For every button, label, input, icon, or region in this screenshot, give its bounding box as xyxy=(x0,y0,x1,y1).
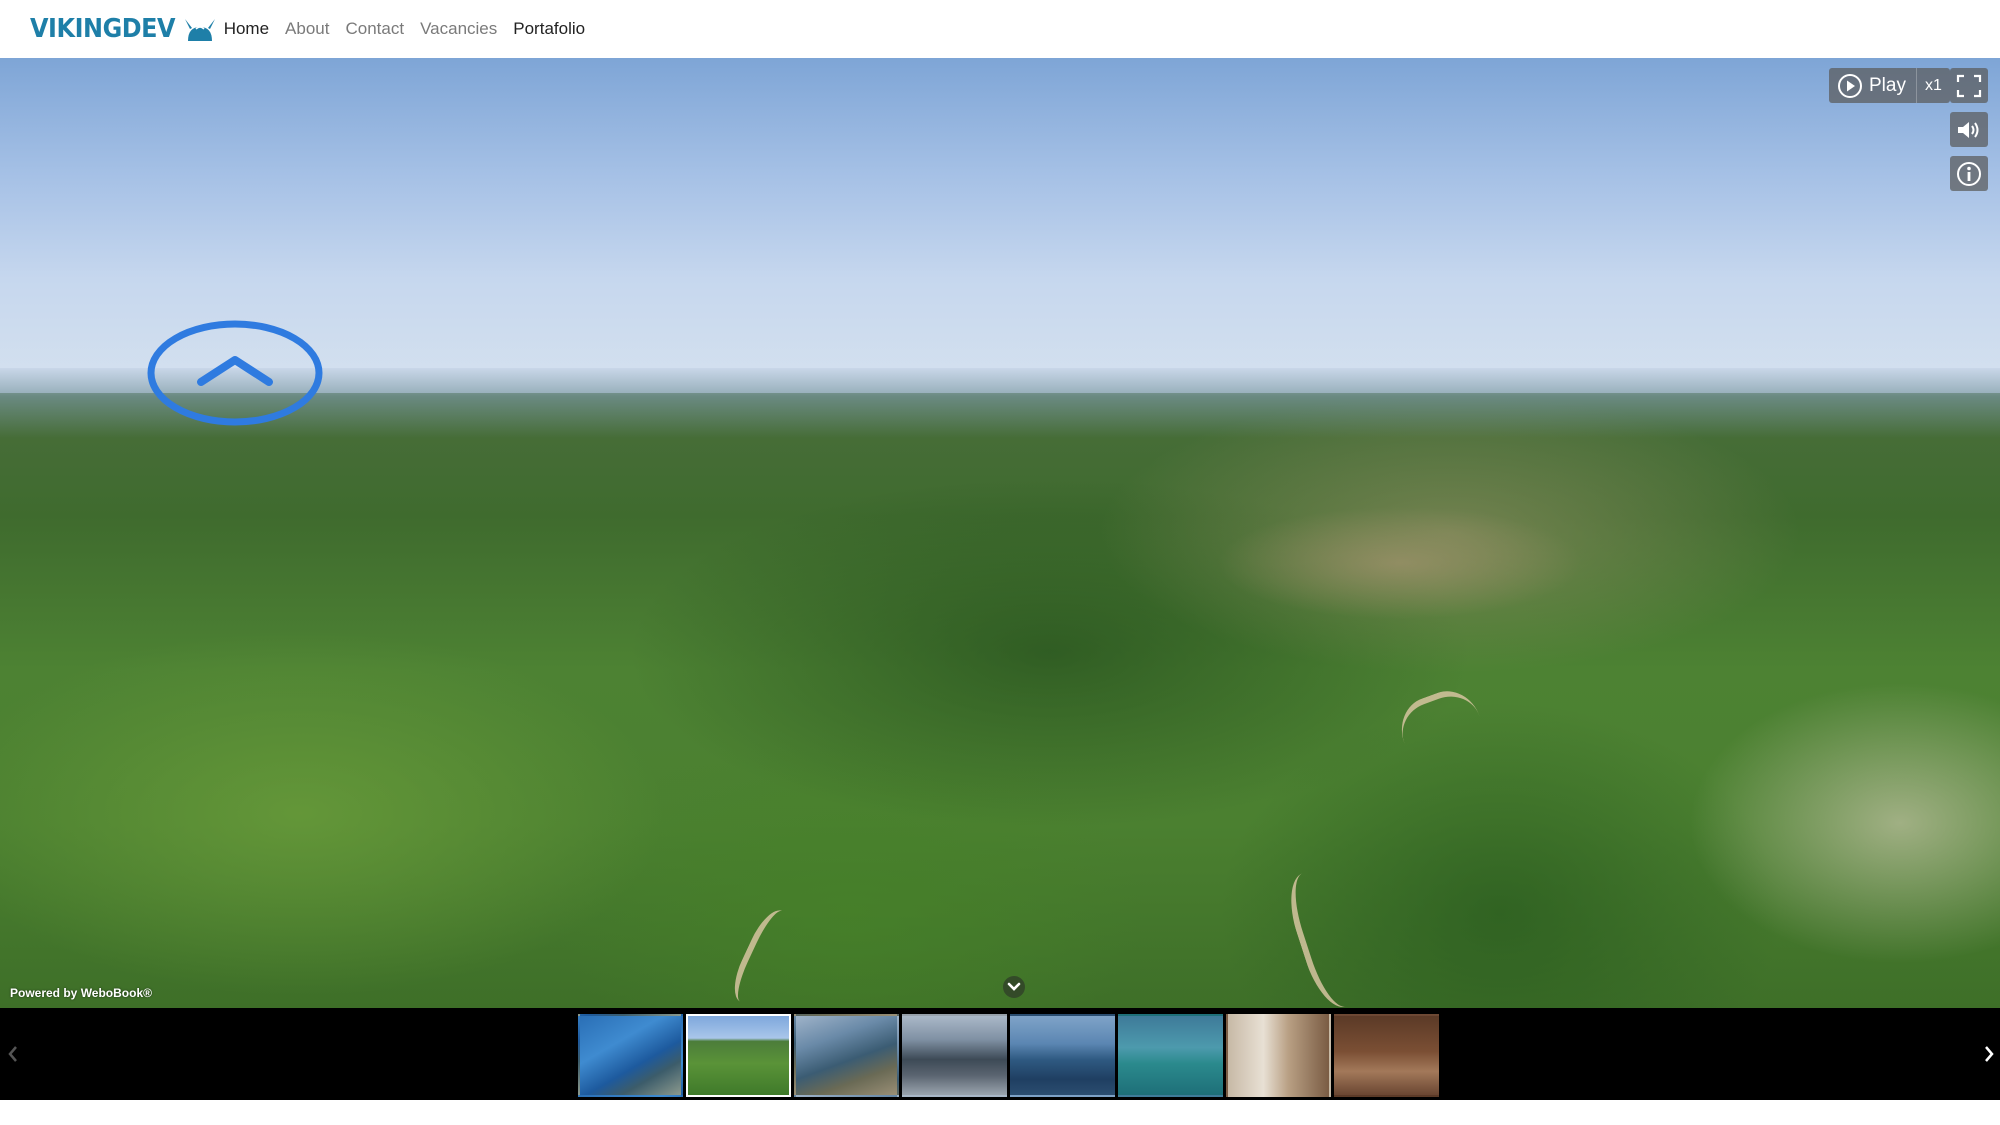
fullscreen-icon xyxy=(1956,74,1982,97)
fullscreen-button[interactable] xyxy=(1950,68,1988,103)
nav-link-home[interactable]: Home xyxy=(224,19,269,39)
scene-thumbnail-active[interactable] xyxy=(686,1014,791,1097)
scene-thumbnail[interactable] xyxy=(578,1014,683,1097)
thumbnail-strip xyxy=(0,1008,2000,1100)
scene-thumbnail[interactable] xyxy=(1334,1014,1439,1097)
chevron-up-icon xyxy=(147,320,323,426)
speed-button[interactable]: x1 xyxy=(1915,68,1950,103)
navbar: VIKINGDEV Home About Contact Vacancies P… xyxy=(0,0,2000,58)
nav-link-vacancies[interactable]: Vacancies xyxy=(420,19,497,39)
viking-helmet-logo-icon xyxy=(184,19,215,41)
navigation-hotspot[interactable] xyxy=(146,320,324,426)
sound-button[interactable] xyxy=(1950,112,1988,147)
panorama-viewer[interactable]: Play x1 Powered by WeboBook® xyxy=(0,58,2000,1008)
nav-link-contact[interactable]: Contact xyxy=(345,19,404,39)
nav-link-portfolio[interactable]: Portafolio xyxy=(513,19,585,39)
info-button[interactable] xyxy=(1950,156,1988,191)
thumbnails-prev-button[interactable] xyxy=(2,1038,24,1070)
play-button[interactable]: Play xyxy=(1829,68,1916,103)
autoplay-controls: Play x1 xyxy=(1829,68,1950,103)
toggle-thumbnails-button[interactable] xyxy=(1003,976,1025,998)
play-label: Play xyxy=(1869,74,1906,96)
thumbnail-list xyxy=(578,1014,1442,1097)
chevron-down-icon xyxy=(1007,982,1021,991)
scene-thumbnail[interactable] xyxy=(902,1014,1007,1097)
scene-thumbnail[interactable] xyxy=(1010,1014,1115,1097)
brand-logo-link[interactable]: VIKINGDEV xyxy=(30,0,218,58)
page-footer-space xyxy=(0,1100,2000,1125)
brand-name: VIKINGDEV xyxy=(30,14,176,44)
scene-thumbnail[interactable] xyxy=(794,1014,899,1097)
panorama-landscape xyxy=(0,393,2000,1008)
info-icon xyxy=(1957,161,1981,186)
powered-by-label[interactable]: Powered by WeboBook® xyxy=(10,986,152,1000)
thumbnails-next-button[interactable] xyxy=(1978,1038,2000,1070)
scene-thumbnail[interactable] xyxy=(1118,1014,1223,1097)
chevron-left-icon xyxy=(8,1046,17,1062)
nav-links: Home About Contact Vacancies Portafolio xyxy=(224,19,601,39)
speaker-icon xyxy=(1958,121,1979,138)
scene-thumbnail[interactable] xyxy=(1226,1014,1331,1097)
nav-link-about[interactable]: About xyxy=(285,19,329,39)
chevron-right-icon xyxy=(1985,1046,1994,1062)
play-circle-icon xyxy=(1838,73,1862,98)
